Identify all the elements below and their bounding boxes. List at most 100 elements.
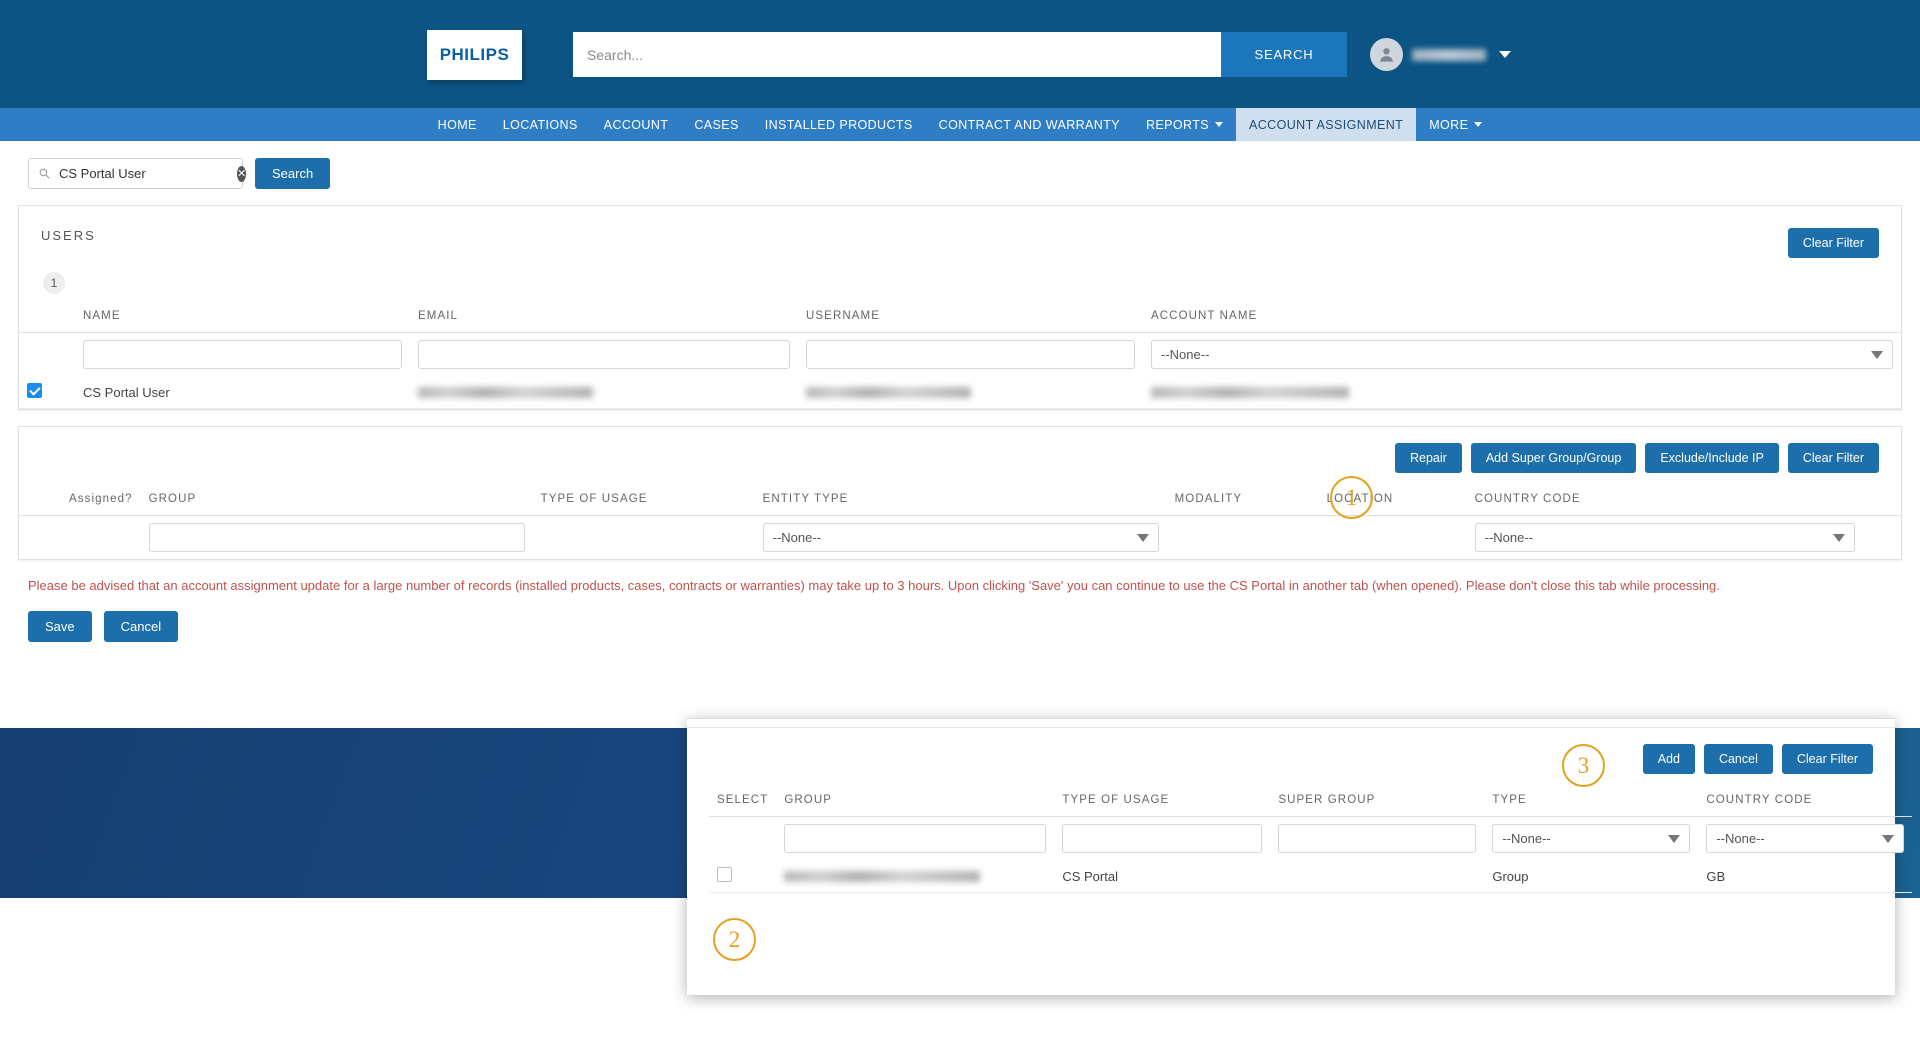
- username-filter-input[interactable]: [806, 340, 1135, 369]
- filter-cell-email: [410, 333, 798, 377]
- col-select: [19, 304, 75, 333]
- chevron-down-icon: [1871, 351, 1883, 359]
- col-modality: MODALITY: [1167, 487, 1319, 516]
- modal-filter-row: --None-- --None--: [709, 817, 1912, 861]
- col-assigned: Assigned?: [19, 487, 141, 516]
- nav-item-installed-products[interactable]: INSTALLED PRODUCTS: [752, 108, 926, 141]
- col-select: SELECT: [709, 788, 776, 817]
- row-type-of-usage: CS Portal: [1054, 860, 1270, 893]
- users-table-header-row: NAME EMAIL USERNAME ACCOUNT NAME: [19, 304, 1901, 333]
- page-title: USERS: [41, 228, 96, 243]
- add-super-group-group-button[interactable]: Add Super Group/Group: [1471, 443, 1637, 473]
- chevron-down-icon: [1833, 534, 1845, 542]
- filter-cell-select: [19, 333, 75, 377]
- row-select-cell: [709, 860, 776, 893]
- annotation-marker-2: 2: [713, 918, 756, 961]
- account-name-filter-select[interactable]: --None--: [1151, 340, 1893, 369]
- modal-add-button[interactable]: Add: [1643, 744, 1695, 774]
- modal-super-group-filter-input[interactable]: [1278, 824, 1476, 853]
- assignment-clear-filter-button[interactable]: Clear Filter: [1788, 443, 1879, 473]
- nav-item-home[interactable]: HOME: [425, 108, 490, 141]
- chevron-down-icon: [1474, 122, 1482, 127]
- col-name: NAME: [75, 304, 410, 333]
- philips-logo: PHILIPS: [427, 30, 522, 80]
- filter-cell-modality: [1167, 516, 1319, 560]
- users-clear-filter-button[interactable]: Clear Filter: [1788, 228, 1879, 258]
- top-header: PHILIPS SEARCH: [0, 0, 1920, 108]
- filter-cell-location: [1319, 516, 1467, 560]
- users-table: NAME EMAIL USERNAME ACCOUNT NAME --None-…: [19, 304, 1901, 409]
- nav-item-account-assignment[interactable]: ACCOUNT ASSIGNMENT: [1236, 108, 1416, 141]
- col-type-of-usage: TYPE OF USAGE: [1054, 788, 1270, 817]
- nav-label: CONTRACT AND WARRANTY: [939, 118, 1120, 132]
- modal-cancel-button[interactable]: Cancel: [1704, 744, 1773, 774]
- modal-type-of-usage-filter-input[interactable]: [1062, 824, 1262, 853]
- table-row[interactable]: CS Portal Group GB: [709, 860, 1912, 893]
- filter-cell-account-name: --None--: [1143, 333, 1901, 377]
- modal-group-filter-input[interactable]: [784, 824, 1046, 853]
- exclude-include-ip-button[interactable]: Exclude/Include IP: [1645, 443, 1779, 473]
- users-filter-row: --None--: [19, 333, 1901, 377]
- row-super-group: [1270, 860, 1484, 893]
- chevron-down-icon: [1882, 835, 1894, 843]
- pagination-badge[interactable]: 1: [43, 272, 65, 294]
- name-filter-input[interactable]: [83, 340, 402, 369]
- user-search-field[interactable]: ✕: [28, 158, 243, 189]
- nav-item-more[interactable]: MORE: [1416, 108, 1495, 141]
- filter-cell-entity-type: --None--: [755, 516, 1167, 560]
- row-checkbox[interactable]: [717, 867, 732, 882]
- group-filter-input[interactable]: [149, 523, 525, 552]
- email-filter-input[interactable]: [418, 340, 790, 369]
- nav-label: HOME: [438, 118, 477, 132]
- user-menu[interactable]: [1370, 38, 1511, 71]
- filter-cell-country-code: --None--: [1698, 817, 1912, 861]
- row-country-code: GB: [1698, 860, 1912, 893]
- annotation-marker-1: 1: [1330, 476, 1373, 519]
- nav-item-cases[interactable]: CASES: [681, 108, 751, 141]
- nav-label: CASES: [694, 118, 738, 132]
- chevron-down-icon: [1668, 835, 1680, 843]
- select-value: --None--: [1502, 831, 1550, 846]
- modal-clear-filter-button[interactable]: Clear Filter: [1782, 744, 1873, 774]
- global-search: SEARCH: [573, 32, 1347, 77]
- modal-country-code-filter-select[interactable]: --None--: [1706, 824, 1904, 853]
- nav-label: ACCOUNT ASSIGNMENT: [1249, 118, 1403, 132]
- user-search-input[interactable]: [57, 165, 237, 182]
- user-name-label: [1412, 49, 1486, 61]
- cancel-button[interactable]: Cancel: [104, 611, 178, 642]
- nav-item-locations[interactable]: LOCATIONS: [490, 108, 591, 141]
- global-search-button[interactable]: SEARCH: [1221, 32, 1347, 77]
- chevron-down-icon: [1215, 122, 1223, 127]
- col-username: USERNAME: [798, 304, 1143, 333]
- row-checkbox[interactable]: [27, 383, 42, 398]
- user-avatar-icon: [1370, 38, 1403, 71]
- filter-cell-username: [798, 333, 1143, 377]
- row-type: Group: [1484, 860, 1698, 893]
- nav-item-reports[interactable]: REPORTS: [1133, 108, 1236, 141]
- search-button[interactable]: Search: [255, 158, 330, 189]
- select-value: --None--: [1485, 530, 1533, 545]
- filter-cell-super-group: [1270, 817, 1484, 861]
- table-row[interactable]: CS Portal User: [19, 376, 1901, 409]
- nav-item-contract-and-warranty[interactable]: CONTRACT AND WARRANTY: [926, 108, 1133, 141]
- nav-item-account[interactable]: ACCOUNT: [591, 108, 682, 141]
- save-button[interactable]: Save: [28, 611, 92, 642]
- assignment-table: Assigned? GROUP TYPE OF USAGE ENTITY TYP…: [19, 487, 1901, 559]
- modal-divider: [687, 719, 1895, 728]
- filter-cell-type-of-usage: [1054, 817, 1270, 861]
- nav-label: MORE: [1429, 118, 1468, 132]
- clear-circle-icon[interactable]: ✕: [237, 166, 246, 182]
- entity-type-filter-select[interactable]: --None--: [763, 523, 1159, 552]
- repair-button[interactable]: Repair: [1395, 443, 1462, 473]
- modal-type-filter-select[interactable]: --None--: [1492, 824, 1690, 853]
- chevron-down-icon: [1137, 534, 1149, 542]
- col-type-of-usage: TYPE OF USAGE: [533, 487, 755, 516]
- assignment-panel: Repair Add Super Group/Group Exclude/Inc…: [18, 426, 1902, 560]
- page-search-bar: ✕ Search: [0, 141, 1920, 189]
- magnifier-icon: [38, 167, 51, 180]
- global-search-input[interactable]: [573, 32, 1221, 77]
- country-code-filter-select[interactable]: --None--: [1475, 523, 1855, 552]
- main-navigation: HOME LOCATIONS ACCOUNT CASES INSTALLED P…: [0, 108, 1920, 141]
- nav-label: INSTALLED PRODUCTS: [765, 118, 913, 132]
- users-panel-header: USERS Clear Filter: [19, 206, 1901, 258]
